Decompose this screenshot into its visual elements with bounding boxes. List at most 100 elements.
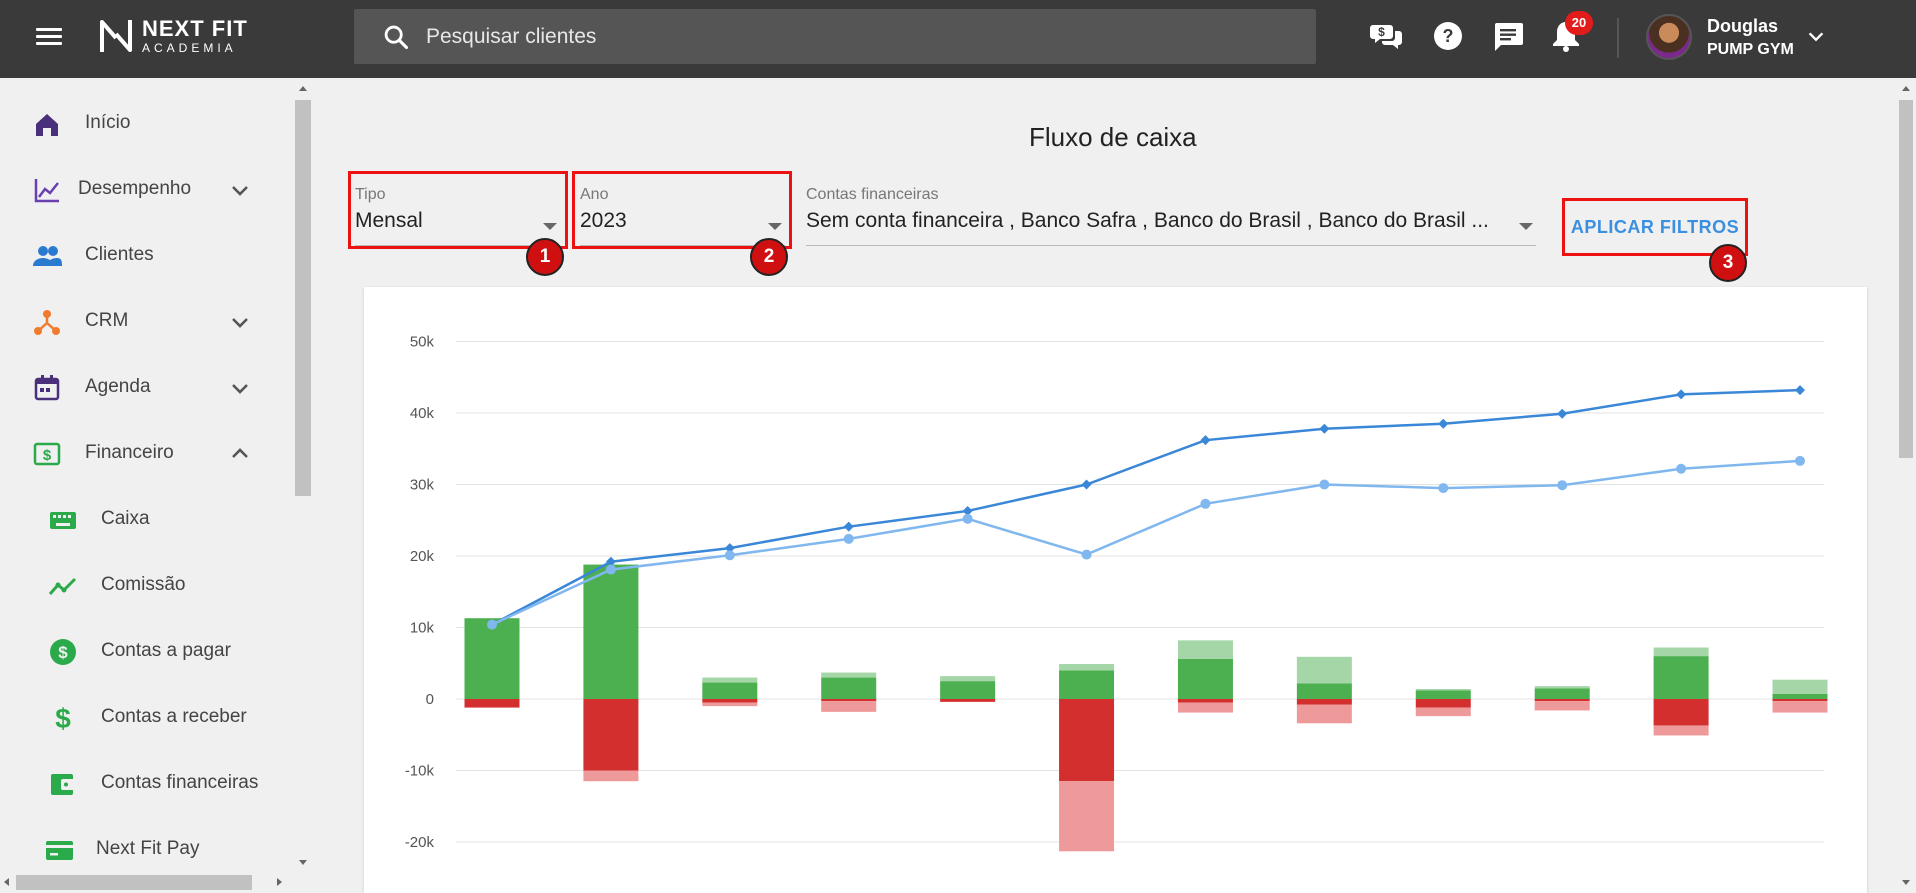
scroll-up-arrow[interactable] [1902, 86, 1910, 91]
sidebar-item-label: Comissão [101, 574, 186, 595]
bar-negative [1772, 699, 1828, 702]
chevron-down-icon[interactable] [228, 310, 252, 334]
sidebar-item-contas-financeiras[interactable]: Contas financeiras [0, 751, 290, 817]
bar-positive [1772, 693, 1828, 699]
chevron-down-icon[interactable] [228, 178, 252, 202]
user-info[interactable]: Douglas PUMP GYM [1707, 16, 1794, 59]
sidebar-item-crm[interactable]: CRM [0, 289, 290, 355]
data-point [843, 533, 854, 544]
calendar-icon [34, 375, 60, 401]
sidebar-scrollbar[interactable] [293, 80, 313, 872]
bar-negative [821, 699, 877, 702]
home-icon [36, 114, 58, 136]
search-icon [384, 25, 409, 49]
annotation-badge-2: 2 [750, 238, 788, 276]
scroll-right-arrow[interactable] [277, 878, 282, 886]
chart-card: 50k 40k 30k 20k 10k 0 -10k -20k [364, 287, 1867, 893]
series-line [491, 459, 1801, 626]
bar-positive [702, 682, 758, 699]
data-point [1557, 408, 1568, 419]
page-title: Fluxo de caixa [1029, 122, 1197, 152]
sidebar-item-agenda[interactable]: Agenda [0, 355, 290, 421]
sidebar-item-contas-a-receber[interactable]: $ Contas a receber [0, 685, 290, 751]
avatar[interactable] [1646, 14, 1692, 60]
sidebar-item-label: Início [85, 112, 131, 133]
sidebar-item-label: CRM [85, 310, 129, 331]
sidebar-hscrollbar[interactable] [0, 872, 292, 893]
logo-line2: ACADEMIA [142, 41, 237, 55]
top-bar: NEXT FIT ACADEMIA $ ? 20 Douglas PUMP GY… [0, 0, 1916, 78]
contas-label: Contas financeiras [806, 186, 939, 203]
svg-text:$: $ [55, 703, 71, 733]
scroll-thumb[interactable] [295, 100, 311, 496]
y-tick-label: -10k [405, 763, 435, 780]
sidebar-item-caixa[interactable]: Caixa [0, 487, 290, 553]
sidebar-item-label: Contas a pagar [101, 640, 231, 661]
divider [1617, 18, 1619, 58]
bar-positive-light [940, 676, 996, 682]
y-tick-label: 10k [410, 620, 435, 637]
logo[interactable]: NEXT FIT ACADEMIA [98, 16, 248, 56]
bar-positive-light [1177, 640, 1233, 659]
sidebar-item-contas-a-pagar[interactable]: $ Contas a pagar [0, 619, 290, 685]
bar-negative [1534, 699, 1590, 702]
annotation-badge-1: 1 [526, 238, 564, 276]
scroll-down-arrow[interactable] [299, 860, 307, 865]
svg-text:$: $ [58, 643, 68, 662]
sidebar-item-clientes[interactable]: Clientes [0, 223, 290, 289]
scroll-up-arrow[interactable] [299, 86, 307, 91]
chat-money-icon[interactable]: $ [1370, 19, 1404, 53]
bar-positive-light [1534, 686, 1590, 689]
bar-negative [940, 699, 996, 702]
bar-negative-light [1534, 701, 1590, 711]
data-point [1438, 418, 1449, 429]
bar-negative-light [1415, 707, 1471, 717]
data-point [1081, 479, 1092, 490]
bar-positive-light [1653, 647, 1709, 657]
data-point [487, 619, 497, 630]
chevron-down-icon[interactable] [228, 376, 252, 400]
chevron-down-icon[interactable] [1805, 26, 1827, 48]
keyboard-icon [50, 512, 76, 529]
sidebar-item-in-cio[interactable]: Início [0, 91, 290, 157]
logo-icon [100, 20, 132, 52]
scroll-thumb[interactable] [1899, 100, 1913, 458]
card-icon [46, 841, 73, 860]
sidebar-item-label: Contas financeiras [101, 772, 259, 793]
wallet-icon [51, 774, 75, 795]
data-point [1676, 463, 1687, 474]
message-icon[interactable] [1491, 19, 1525, 53]
cash-flow-chart: 50k 40k 30k 20k 10k 0 -10k -20k [405, 334, 1828, 852]
annotation-box-1 [348, 171, 568, 249]
scroll-left-arrow[interactable] [4, 878, 9, 886]
bar-positive-light [821, 672, 877, 678]
sidebar-item-label: Agenda [85, 376, 151, 397]
search-bar[interactable] [354, 9, 1316, 64]
y-tick-label: 20k [410, 548, 435, 565]
menu-icon[interactable] [34, 24, 64, 48]
contas-select[interactable]: Contas financeiras Sem conta financeira … [806, 186, 1536, 246]
help-icon[interactable]: ? [1431, 19, 1465, 53]
money-icon: $ [33, 442, 61, 466]
bar-negative-light [1177, 702, 1233, 713]
sidebar-item-label: Next Fit Pay [96, 838, 200, 859]
bar-negative [464, 699, 520, 708]
bar-negative-light [1653, 725, 1709, 736]
data-point [1200, 498, 1211, 509]
bar-positive [583, 564, 639, 699]
scroll-down-arrow[interactable] [1902, 880, 1910, 885]
data-point [1081, 549, 1092, 560]
bar-negative-light [821, 701, 877, 712]
search-input[interactable] [426, 24, 1226, 49]
hscroll-thumb[interactable] [16, 875, 252, 890]
data-point [605, 564, 616, 575]
page-scrollbar[interactable] [1896, 80, 1916, 893]
sidebar-item-financeiro[interactable]: $ Financeiro [0, 421, 290, 487]
sidebar-item-comiss-o[interactable]: Comissão [0, 553, 290, 619]
data-point [1795, 385, 1805, 396]
data-point [724, 550, 735, 561]
sidebar-item-desempenho[interactable]: Desempenho [0, 157, 290, 223]
svg-text:$: $ [1378, 25, 1385, 39]
chevron-up-icon[interactable] [228, 442, 252, 466]
bar-negative [1653, 699, 1709, 726]
